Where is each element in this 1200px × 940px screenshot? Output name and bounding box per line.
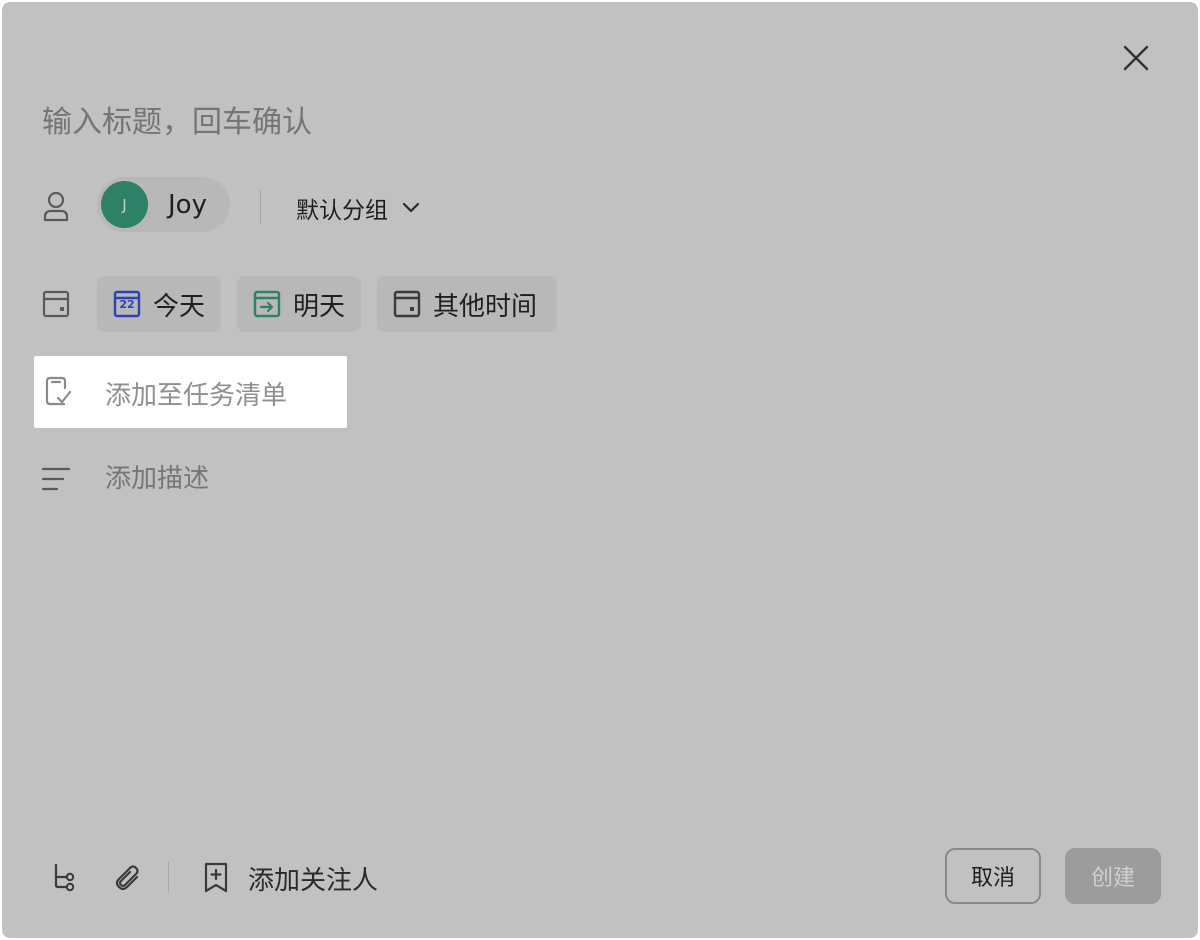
add-to-task-list[interactable]: 添加至任务清单 <box>34 356 347 428</box>
date-option-label: 其他时间 <box>433 291 538 322</box>
assignee-name: Joy <box>168 189 207 220</box>
calendar-icon <box>393 290 421 318</box>
group-label: 默认分组 <box>296 198 388 224</box>
task-list-label: 添加至任务清单 <box>105 381 288 411</box>
close-icon <box>1123 45 1149 71</box>
chevron-down-icon <box>402 202 420 213</box>
calendar-day-number: 22 <box>119 298 135 311</box>
group-select[interactable]: 默认分组 <box>296 188 420 228</box>
description-icon <box>40 464 72 494</box>
date-option-tomorrow[interactable]: 明天 <box>237 276 361 332</box>
close-button[interactable] <box>1116 38 1156 78</box>
subtask-button[interactable] <box>44 858 84 898</box>
add-follower-button[interactable]: 添加关注人 <box>202 854 378 902</box>
assignee-chip[interactable]: J Joy <box>97 177 230 232</box>
divider <box>260 190 261 224</box>
avatar-initial: J <box>122 195 127 214</box>
date-option-today[interactable]: 22 今天 <box>97 276 221 332</box>
date-option-label: 今天 <box>153 291 206 322</box>
date-option-label: 明天 <box>293 291 346 322</box>
bookmark-add-icon <box>204 862 228 893</box>
calendar-icon <box>40 288 72 320</box>
attachment-button[interactable] <box>108 858 148 898</box>
subtask-icon <box>54 863 75 892</box>
calendar-arrow-icon <box>253 290 281 318</box>
task-title-input[interactable] <box>42 98 1042 146</box>
task-list-check-icon <box>45 376 72 406</box>
date-option-other[interactable]: 其他时间 <box>377 276 557 332</box>
create-task-dialog: J Joy 默认分组 22 今天 明天 <box>2 2 1198 938</box>
add-follower-label: 添加关注人 <box>248 865 379 896</box>
person-icon <box>40 190 72 224</box>
paperclip-icon <box>115 865 139 891</box>
cancel-button[interactable]: 取消 <box>945 848 1041 904</box>
add-description[interactable]: 添加描述 <box>105 458 209 495</box>
avatar: J <box>101 181 148 228</box>
divider <box>168 862 169 892</box>
create-button[interactable]: 创建 <box>1065 848 1161 904</box>
